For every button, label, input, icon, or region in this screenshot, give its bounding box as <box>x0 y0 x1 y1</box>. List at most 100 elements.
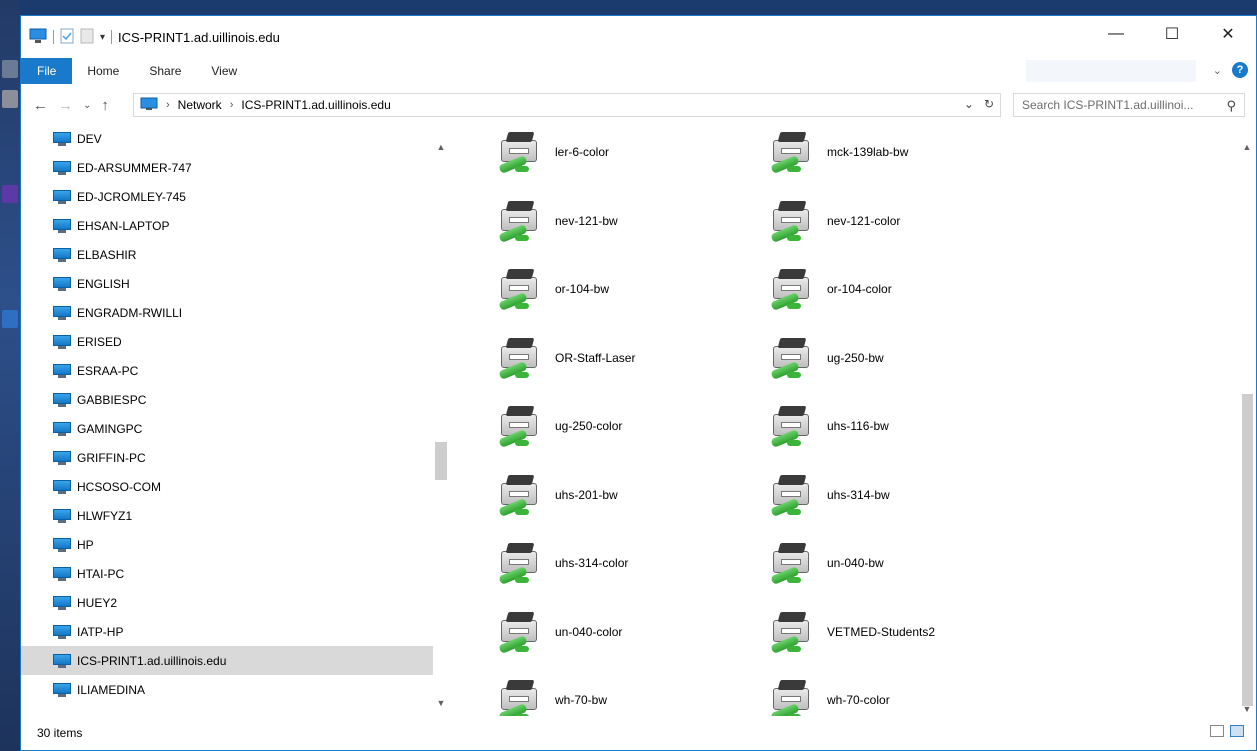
breadcrumb-network[interactable]: Network <box>178 98 222 112</box>
printer-item[interactable]: un-040-color <box>497 602 757 662</box>
tab-home[interactable]: Home <box>72 58 134 84</box>
nav-item[interactable]: ENGLISH <box>21 269 433 298</box>
content-area: ler-6-color mck-139lab-bw nev-121-bw nev-12… <box>449 120 1239 716</box>
nav-item[interactable]: ED-JCROMLEY-745 <box>21 182 433 211</box>
printer-icon <box>769 608 817 656</box>
scroll-down-icon[interactable]: ▼ <box>1239 704 1255 714</box>
nav-item[interactable]: HUEY2 <box>21 588 433 617</box>
scroll-down-icon[interactable]: ▼ <box>433 698 449 708</box>
desktop-icon[interactable] <box>2 310 18 328</box>
printer-label: ug-250-bw <box>827 350 884 365</box>
printer-item[interactable]: wh-70-color <box>769 670 1029 716</box>
printer-icon <box>497 471 545 519</box>
refresh-icon[interactable]: ↻ <box>984 97 994 111</box>
printer-item[interactable]: wh-70-bw <box>497 670 757 716</box>
computer-icon <box>53 450 71 465</box>
printer-item[interactable]: OR-Staff-Laser <box>497 328 757 388</box>
back-arrow-icon[interactable]: ← <box>33 97 48 114</box>
printer-item[interactable]: VETMED-Students2 <box>769 602 1029 662</box>
nav-item[interactable]: ED-ARSUMMER-747 <box>21 153 433 182</box>
printer-item[interactable]: nev-121-color <box>769 191 1029 251</box>
printer-item[interactable]: ug-250-color <box>497 396 757 456</box>
nav-item[interactable]: ENGRADM-RWILLI <box>21 298 433 327</box>
computer-icon[interactable] <box>29 28 47 47</box>
recent-locations-icon[interactable]: ⌄ <box>83 100 91 111</box>
printer-item[interactable]: uhs-116-bw <box>769 396 1029 456</box>
nav-item[interactable]: GRIFFIN-PC <box>21 443 433 472</box>
nav-item-label: GAMINGPC <box>77 421 143 436</box>
address-dropdown-icon[interactable]: ⌄ <box>964 97 974 111</box>
nav-item[interactable]: HTAI-PC <box>21 559 433 588</box>
printer-item[interactable]: ler-6-color <box>497 122 757 182</box>
printer-item[interactable]: un-040-bw <box>769 533 1029 593</box>
printer-icon <box>497 539 545 587</box>
computer-icon <box>53 160 71 175</box>
breadcrumb-current[interactable]: ICS-PRINT1.ad.uillinois.edu <box>241 98 390 112</box>
desktop-icon[interactable] <box>2 60 18 78</box>
scroll-up-icon[interactable]: ▲ <box>433 142 449 152</box>
nav-item[interactable]: ICS-PRINT1.ad.uillinois.edu <box>21 646 433 675</box>
computer-icon <box>53 392 71 407</box>
search-input[interactable]: Search ICS-PRINT1.ad.uillinoi... ⚲ <box>1013 93 1245 117</box>
network-icon <box>140 97 158 114</box>
tab-view[interactable]: View <box>196 58 252 84</box>
large-icons-view-icon[interactable] <box>1230 725 1244 737</box>
chevron-right-icon[interactable]: › <box>230 99 234 111</box>
window-title: ICS-PRINT1.ad.uillinois.edu <box>118 29 280 45</box>
printer-item[interactable]: or-104-bw <box>497 259 757 319</box>
content-scrollbar[interactable]: ▲ ▼ <box>1239 124 1256 716</box>
printer-icon <box>497 265 545 313</box>
nav-scrollbar[interactable]: ▲ ▼ <box>433 124 449 716</box>
tab-share[interactable]: Share <box>134 58 196 84</box>
computer-icon <box>53 334 71 349</box>
forward-arrow-icon[interactable]: → <box>58 97 73 114</box>
nav-scroll-thumb[interactable] <box>435 442 447 480</box>
nav-item-label: HP <box>77 537 94 552</box>
nav-item-label: HTAI-PC <box>77 566 125 581</box>
printer-item[interactable]: uhs-314-bw <box>769 465 1029 525</box>
nav-item[interactable]: ILIAMEDINA <box>21 675 433 704</box>
printer-label: VETMED-Students2 <box>827 624 936 639</box>
properties-icon[interactable] <box>60 28 74 47</box>
tab-file[interactable]: File <box>21 58 73 84</box>
customize-qat-icon[interactable]: ▾ <box>100 32 105 43</box>
printer-icon <box>769 265 817 313</box>
printer-item[interactable]: ug-250-bw <box>769 328 1029 388</box>
details-view-icon[interactable] <box>1210 725 1224 737</box>
minimize-button[interactable]: — <box>1088 16 1144 52</box>
nav-item[interactable]: HLWFYZ1 <box>21 501 433 530</box>
close-button[interactable]: ✕ <box>1200 16 1256 52</box>
help-icon[interactable]: ? <box>1232 62 1248 78</box>
nav-item[interactable]: HCSOSO-COM <box>21 472 433 501</box>
nav-item[interactable]: DEV <box>21 124 433 153</box>
computer-icon <box>53 421 71 436</box>
search-icon[interactable]: ⚲ <box>1226 98 1236 114</box>
nav-item[interactable]: ELBASHIR <box>21 240 433 269</box>
printer-item[interactable]: mck-139lab-bw <box>769 122 1029 182</box>
desktop-icon[interactable] <box>2 90 18 108</box>
printer-icon <box>497 334 545 382</box>
desktop-icon[interactable] <box>2 185 18 203</box>
address-bar[interactable]: › Network › ICS-PRINT1.ad.uillinois.edu … <box>133 93 1001 117</box>
printer-item[interactable]: uhs-314-color <box>497 533 757 593</box>
nav-item[interactable]: GABBIESPC <box>21 385 433 414</box>
nav-item-label: GABBIESPC <box>77 392 147 407</box>
nav-item[interactable]: GAMINGPC <box>21 414 433 443</box>
nav-item[interactable]: ERISED <box>21 327 433 356</box>
computer-icon <box>53 363 71 378</box>
nav-item[interactable]: ESRAA-PC <box>21 356 433 385</box>
nav-item[interactable]: IATP-HP <box>21 617 433 646</box>
chevron-right-icon[interactable]: › <box>166 99 170 111</box>
new-folder-icon[interactable] <box>80 28 94 47</box>
nav-item[interactable]: EHSAN-LAPTOP <box>21 211 433 240</box>
printer-item[interactable]: uhs-201-bw <box>497 465 757 525</box>
maximize-button[interactable]: ☐ <box>1144 16 1200 52</box>
nav-item[interactable]: HP <box>21 530 433 559</box>
nav-item-label: IATP-HP <box>77 624 124 639</box>
printer-item[interactable]: nev-121-bw <box>497 191 757 251</box>
expand-ribbon-icon[interactable]: ⌄ <box>1213 64 1222 77</box>
scroll-up-icon[interactable]: ▲ <box>1239 142 1255 152</box>
content-scroll-thumb[interactable] <box>1242 394 1253 706</box>
up-arrow-icon[interactable]: ↑ <box>101 97 109 114</box>
printer-item[interactable]: or-104-color <box>769 259 1029 319</box>
